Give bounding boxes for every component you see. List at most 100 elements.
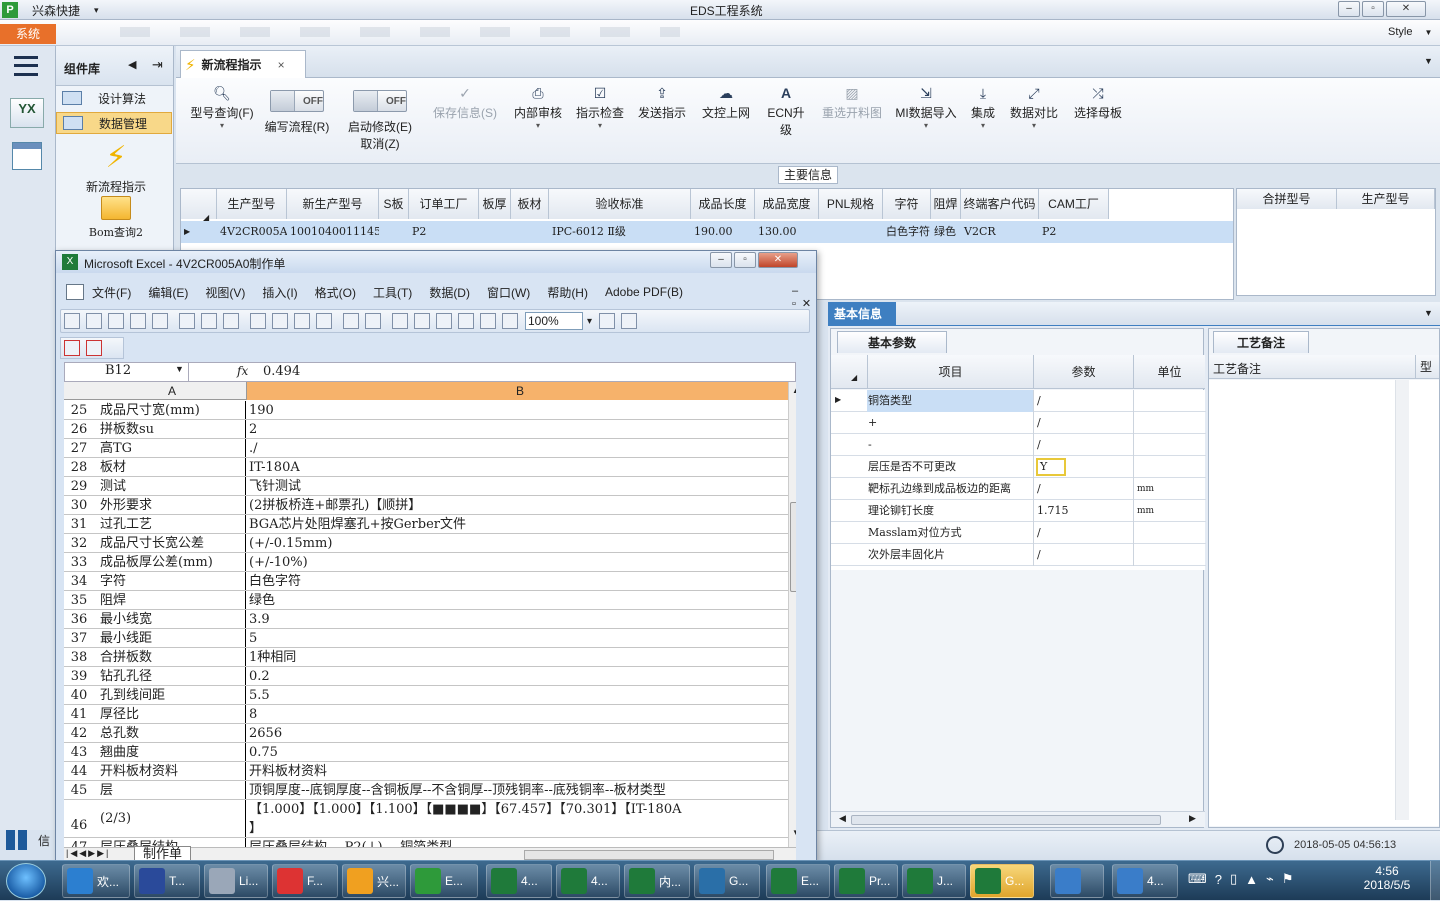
- hamburger-menu-icon[interactable]: [14, 56, 38, 76]
- excel-menu-item[interactable]: 视图(V): [205, 284, 245, 301]
- zoom-dropdown-icon[interactable]: ▾: [587, 316, 592, 327]
- cell-b[interactable]: 2: [247, 420, 795, 438]
- format-painter-icon[interactable]: [316, 313, 332, 329]
- formula-input[interactable]: 0.494: [263, 364, 300, 379]
- param-row[interactable]: 理论铆钉长度 1.715 mm: [831, 500, 1206, 522]
- basic-info-tab[interactable]: 基本信息: [828, 302, 896, 326]
- grid-cell[interactable]: 190.00: [691, 221, 755, 243]
- integrate-button[interactable]: ⤓ 集成 ▾: [966, 82, 1000, 130]
- cell-a[interactable]: 开料板材资料: [98, 762, 246, 780]
- taskbar-button[interactable]: 4...: [486, 864, 552, 898]
- taskbar-button[interactable]: 内...: [624, 864, 690, 898]
- side-col-merge-model[interactable]: 合拼型号: [1237, 189, 1337, 209]
- grid-cell[interactable]: 白色字符: [883, 221, 931, 243]
- vertical-scrollbar[interactable]: ▲ ▼: [788, 382, 796, 847]
- param-value[interactable]: Y: [1033, 456, 1133, 478]
- tab-list-dropdown-icon[interactable]: ▼: [1424, 56, 1433, 66]
- param-row[interactable]: ▶ 铜箔类型 /: [831, 390, 1206, 412]
- excel-menu-item[interactable]: 工具(T): [373, 284, 412, 301]
- network-icon[interactable]: ⌁: [1266, 871, 1274, 887]
- taskbar-button[interactable]: 欢...: [62, 864, 130, 898]
- spelling-icon[interactable]: [201, 313, 217, 329]
- help-icon[interactable]: [599, 313, 616, 329]
- tab-new-process[interactable]: ⚡ 新流程指示 ×: [180, 50, 306, 78]
- cell-b[interactable]: 飞针测试: [247, 477, 795, 495]
- grid-cell[interactable]: V2CR: [961, 221, 1039, 243]
- cell-a[interactable]: 过孔工艺: [98, 515, 246, 533]
- spreadsheet-grid[interactable]: A B 25 成品尺寸宽(mm) 190 26 拼板数su 2 27 高TG ./28 板材 IT-…: [64, 382, 796, 847]
- cell-b[interactable]: 0.2: [247, 667, 795, 685]
- workbook-window-controls[interactable]: ‒▫✕: [792, 285, 817, 310]
- pdf-email-icon[interactable]: [86, 340, 102, 356]
- taskbar-button[interactable]: G...: [694, 864, 760, 898]
- cell-a[interactable]: 厚径比: [98, 705, 246, 723]
- row-number[interactable]: 28: [64, 458, 94, 476]
- autosum-icon[interactable]: [414, 313, 430, 329]
- cell-b[interactable]: (+/-0.15mm): [247, 534, 795, 552]
- row-number[interactable]: 32: [64, 534, 94, 552]
- grid-cell[interactable]: [819, 221, 883, 243]
- calendar-tool-icon[interactable]: [12, 142, 42, 170]
- drawing-icon[interactable]: [502, 313, 518, 329]
- cell-b[interactable]: 层压叠层结构----P2(↓)----铜箔类型: [247, 838, 795, 847]
- model-query-button[interactable]: 🔍︎ 型号查询(F) ▾: [184, 82, 260, 130]
- taskbar-button[interactable]: J...: [902, 864, 966, 898]
- grid-cell[interactable]: P2: [1039, 221, 1109, 243]
- cell-a[interactable]: 成品板厚公差(mm): [98, 553, 246, 571]
- taskbar-button[interactable]: G...: [970, 864, 1034, 898]
- param-value-highlight[interactable]: Y: [1036, 458, 1066, 476]
- taskbar-button[interactable]: F...: [272, 864, 338, 898]
- lib-big-new-process[interactable]: ⚡ 新流程指示: [76, 138, 156, 195]
- print-icon[interactable]: [179, 313, 195, 329]
- doc-control-online-button[interactable]: ☁ 文控上网: [700, 82, 752, 121]
- col-header[interactable]: 阻焊: [931, 189, 961, 219]
- col-header[interactable]: 订单工厂: [409, 189, 479, 219]
- excel-close-button[interactable]: ✕: [758, 252, 798, 268]
- name-box[interactable]: B12: [65, 363, 189, 381]
- pdf-convert-icon[interactable]: [64, 340, 80, 356]
- row-number[interactable]: 25: [64, 401, 94, 419]
- copy-icon[interactable]: [272, 313, 288, 329]
- cell-a[interactable]: 翘曲度: [98, 743, 246, 761]
- excel-menu-item[interactable]: 数据(D): [429, 284, 470, 301]
- row-number[interactable]: 43: [64, 743, 94, 761]
- print-preview-icon[interactable]: [152, 313, 168, 329]
- cell-b[interactable]: 5: [247, 629, 795, 647]
- tray-app-icon[interactable]: ⚑: [1282, 871, 1294, 887]
- cell-b[interactable]: ./: [247, 439, 795, 457]
- data-compare-button[interactable]: ⤢ 数据对比 ▾: [1008, 82, 1060, 130]
- dropdown-arrow-icon[interactable]: ▾: [574, 121, 626, 130]
- cell-a[interactable]: 层: [98, 781, 246, 799]
- excel-minimize-button[interactable]: –: [710, 252, 732, 268]
- excel-restore-button[interactable]: ▫: [734, 252, 756, 268]
- side-col-production-model[interactable]: 生产型号: [1337, 189, 1435, 209]
- taskbar-button[interactable]: [1050, 864, 1104, 898]
- cell-b[interactable]: 8: [247, 705, 795, 723]
- col-process-notes[interactable]: 工艺备注: [1213, 360, 1261, 377]
- row-number[interactable]: 27: [64, 439, 94, 457]
- param-value[interactable]: /: [1033, 522, 1133, 544]
- instruction-check-button[interactable]: ☑ 指示检查 ▾: [574, 82, 626, 130]
- taskbar-button[interactable]: Pr...: [834, 864, 898, 898]
- col-unit[interactable]: 单位: [1133, 355, 1205, 389]
- grid-cell[interactable]: 130.00: [755, 221, 819, 243]
- dropdown-arrow-icon[interactable]: ▾: [894, 121, 958, 130]
- save-info-button[interactable]: ✓ 保存信息(S): [430, 82, 500, 121]
- row-number[interactable]: 46: [64, 800, 94, 837]
- param-row[interactable]: Masslam对位方式 /: [831, 522, 1206, 544]
- lib-item-data-management[interactable]: 数据管理: [56, 112, 172, 134]
- reselect-cutting-chart-button[interactable]: ▨ 重选开料图: [820, 82, 884, 121]
- cell-a[interactable]: (2/3): [98, 800, 246, 837]
- row-number[interactable]: 29: [64, 477, 94, 495]
- taskbar-button[interactable]: E...: [766, 864, 830, 898]
- cell-a[interactable]: 高TG: [98, 439, 246, 457]
- save-icon[interactable]: [108, 313, 124, 329]
- undo-icon[interactable]: [343, 313, 359, 329]
- grid-view-icon[interactable]: [6, 830, 28, 850]
- taskbar-button[interactable]: 兴...: [342, 864, 406, 898]
- system-button[interactable]: 系统: [0, 24, 56, 44]
- style-menu[interactable]: Style ▼: [1388, 26, 1432, 38]
- param-value[interactable]: /: [1033, 390, 1133, 412]
- cell-a[interactable]: 最小线宽: [98, 610, 246, 628]
- cell-b[interactable]: 5.5: [247, 686, 795, 704]
